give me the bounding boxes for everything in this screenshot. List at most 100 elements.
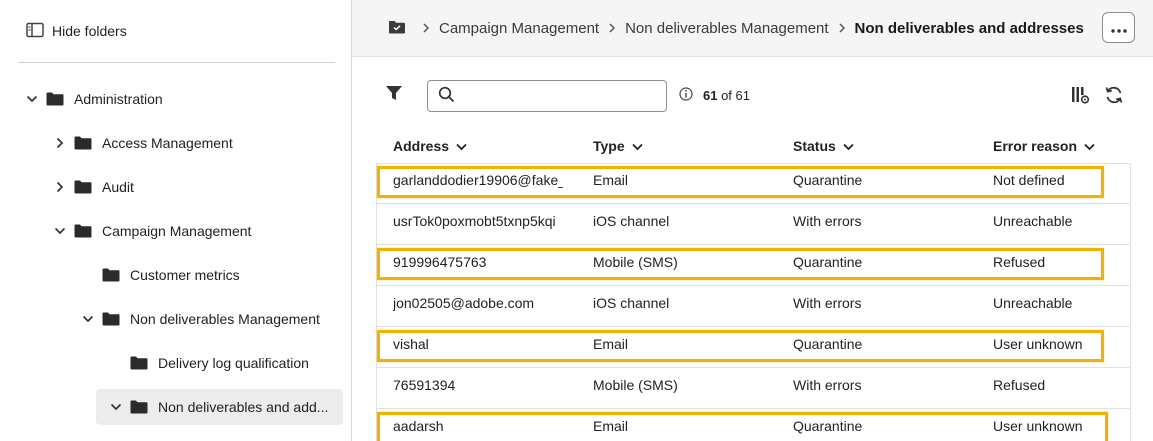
tree-item-label: Access Management — [102, 135, 233, 151]
tree-item-access-management[interactable]: Access Management — [52, 128, 233, 158]
tree-item-label: Customer metrics — [130, 267, 240, 283]
breadcrumb: Campaign Management Non deliverables Man… — [388, 16, 1084, 40]
more-icon — [1110, 20, 1127, 36]
hide-folders-button[interactable]: Hide folders — [26, 20, 127, 42]
tree-item-label: Campaign Management — [102, 223, 252, 239]
folder-icon — [74, 224, 92, 238]
column-header-address[interactable]: Address — [393, 136, 467, 156]
address-cell: usrTok0poxmobt5txnp5kqi — [393, 213, 556, 229]
status-cell: With errors — [793, 213, 862, 229]
folder-icon — [102, 268, 120, 282]
folder-icon — [46, 92, 64, 106]
error-reason-cell: Not defined — [993, 172, 1065, 188]
address-cell: vishal — [393, 336, 429, 352]
type-cell: iOS channel — [593, 213, 670, 229]
breadcrumb-campaign-management[interactable]: Campaign Management — [439, 20, 599, 37]
chevron-down-icon — [632, 138, 643, 154]
folder-icon — [130, 400, 148, 414]
column-settings-icon[interactable] — [1070, 85, 1090, 105]
type-cell: Mobile (SMS) — [593, 254, 678, 270]
status-cell: With errors — [793, 377, 862, 393]
address-cell: jon02505@adobe.com — [393, 295, 535, 311]
chevron-down-icon[interactable] — [24, 91, 40, 107]
column-header-label: Status — [793, 138, 836, 154]
tree-item-label: Non deliverables Management — [130, 311, 320, 327]
breadcrumb-non-deliverables-management[interactable]: Non deliverables Management — [625, 20, 828, 37]
info-icon — [679, 86, 693, 104]
column-header-label: Error reason — [993, 138, 1078, 154]
address-cell: aadarsh — [393, 418, 444, 434]
address-cell: 76591394 — [393, 377, 456, 393]
table-row[interactable]: 919996475763 Mobile (SMS) Quarantine Refuse… — [376, 245, 1131, 286]
tree-item-delivery-log-qualification[interactable]: Delivery log qualification — [108, 348, 309, 378]
more-actions-button[interactable] — [1102, 12, 1135, 43]
folder-icon — [102, 312, 120, 326]
folder-icon — [130, 356, 148, 370]
error-reason-cell: Refused — [993, 377, 1046, 393]
folder-icon — [74, 136, 92, 150]
type-cell: Email — [593, 336, 629, 352]
table-row[interactable]: jon02505@adobe.com iOS channel With errors… — [376, 286, 1131, 327]
column-header-error-reason[interactable]: Error reason — [993, 136, 1095, 156]
hide-folders-label: Hide folders — [52, 23, 127, 39]
tree-item-customer-metrics[interactable]: Customer metrics — [80, 260, 240, 290]
folder-icon — [74, 180, 92, 194]
type-cell: iOS channel — [593, 295, 670, 311]
error-reason-cell: User unknown — [993, 336, 1083, 352]
filter-icon[interactable] — [385, 84, 405, 104]
chevron-down-icon[interactable] — [108, 399, 124, 415]
error-reason-cell: User unknown — [993, 418, 1083, 434]
status-cell: Quarantine — [793, 172, 863, 188]
sidebar-divider — [18, 62, 335, 63]
chevron-right-icon[interactable] — [52, 135, 68, 151]
status-cell: Quarantine — [793, 336, 863, 352]
tree-item-non-deliverables-and-addresses[interactable]: Non deliverables and add... — [96, 389, 343, 425]
refresh-icon[interactable] — [1104, 85, 1124, 105]
search-field[interactable] — [427, 80, 667, 112]
address-cell: garlanddodier19906@fake_... — [393, 172, 563, 188]
table-row[interactable]: usrTok0poxmobt5txnp5kqi iOS channel With e… — [376, 204, 1131, 245]
chevron-down-icon — [1084, 138, 1095, 154]
tree-item-label: Administration — [74, 91, 163, 107]
tree-item-label: Audit — [102, 179, 134, 195]
error-reason-cell: Unreachable — [993, 295, 1073, 311]
tree-item-campaign-management[interactable]: Campaign Management — [52, 216, 251, 246]
chevron-down-icon — [843, 138, 854, 154]
tree-item-non-deliverables-management[interactable]: Non deliverables Management — [80, 304, 320, 334]
result-count: 61 of 61 — [679, 86, 750, 104]
folder-icon[interactable] — [388, 19, 406, 38]
chevron-right-icon[interactable] — [52, 179, 68, 195]
tree-item-label: Non deliverables and add... — [158, 399, 329, 415]
chevron-down-icon[interactable] — [80, 311, 96, 327]
table-row[interactable]: aadarsh Email Quarantine User unknown — [376, 409, 1131, 441]
tree-item-label: Delivery log qualification — [158, 355, 309, 371]
chevron-down-icon[interactable] — [52, 223, 68, 239]
column-header-status[interactable]: Status — [793, 136, 854, 156]
column-header-label: Type — [593, 138, 625, 154]
error-reason-cell: Refused — [993, 254, 1046, 270]
search-icon — [438, 86, 455, 106]
column-header-label: Address — [393, 138, 450, 154]
chevron-right-icon — [838, 23, 846, 33]
column-header-type[interactable]: Type — [593, 136, 643, 156]
type-cell: Mobile (SMS) — [593, 377, 678, 393]
status-cell: Quarantine — [793, 254, 863, 270]
panel-toggle-icon — [26, 22, 44, 41]
tree-item-audit[interactable]: Audit — [52, 172, 134, 202]
type-cell: Email — [593, 172, 629, 188]
search-input[interactable] — [463, 88, 663, 104]
type-cell: Email — [593, 418, 629, 434]
table-row[interactable]: garlanddodier19906@fake_... Email Quaranti… — [376, 163, 1131, 204]
tree-item-administration[interactable]: Administration — [24, 84, 163, 114]
error-reason-cell: Unreachable — [993, 213, 1073, 229]
table-row[interactable]: 76591394 Mobile (SMS) With errors Refused — [376, 368, 1131, 409]
chevron-down-icon — [456, 138, 467, 154]
chevron-right-icon — [608, 23, 616, 33]
folder-sidebar: Hide folders Administration Access Manage… — [0, 0, 351, 441]
chevron-right-icon — [422, 23, 430, 33]
table-row[interactable]: vishal Email Quarantine User unknown — [376, 327, 1131, 368]
status-cell: Quarantine — [793, 418, 863, 434]
breadcrumb-current: Non deliverables and addresses — [854, 19, 1084, 37]
